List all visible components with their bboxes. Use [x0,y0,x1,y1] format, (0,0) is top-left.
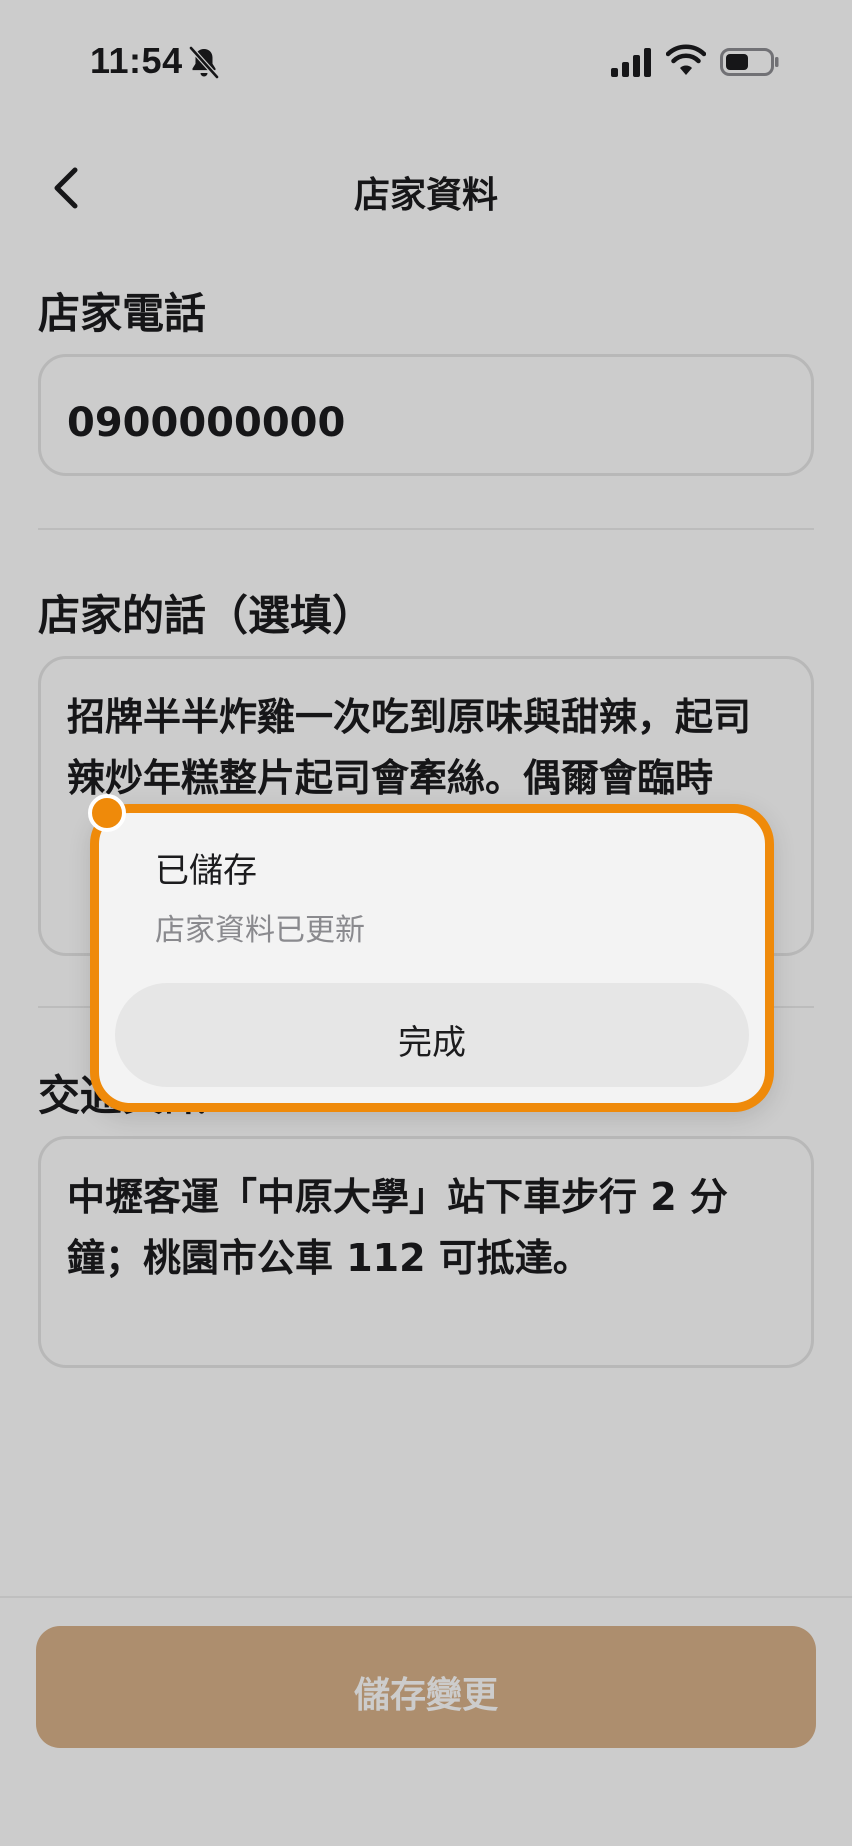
app-screen: 11:54 店家資料 店家電話 0900000000 店家的話（選填） 招牌半半… [0,0,852,1846]
dialog-message: 店家資料已更新 [155,913,365,948]
done-button-label: 完成 [398,1024,466,1062]
saved-dialog: 已儲存 店家資料已更新 完成 [90,804,774,1112]
dialog-title: 已儲存 [155,851,257,891]
highlight-dot-icon [88,794,126,832]
done-button[interactable]: 完成 [115,983,749,1087]
